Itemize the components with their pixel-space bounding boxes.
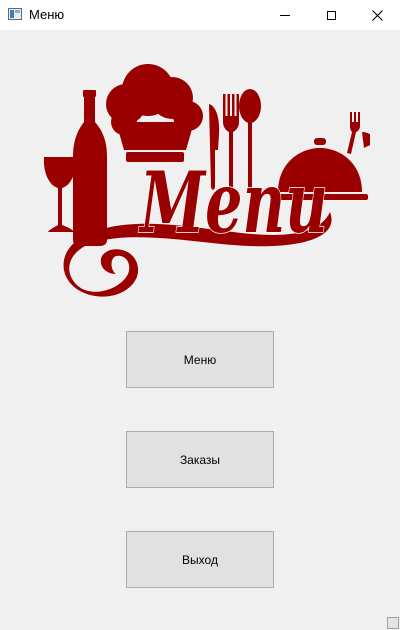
logo-text: Menu [138,153,328,252]
orders-button[interactable]: Заказы [126,431,274,488]
app-icon [8,8,22,20]
menu-button[interactable]: Меню [126,331,274,388]
title-bar: Меню [0,0,400,30]
menu-logo: Menu [43,64,370,297]
maximize-icon [326,10,336,20]
minimize-button[interactable] [262,0,308,30]
close-button[interactable] [354,0,400,30]
maximize-button[interactable] [308,0,354,30]
chef-hat-icon [106,64,203,162]
wine-glass-icon [43,157,77,232]
close-icon [371,9,383,21]
wine-bottle-icon [73,90,107,246]
minimize-icon [280,14,290,16]
size-grip[interactable] [387,617,399,629]
exit-button[interactable]: Выход [126,531,274,588]
window-title: Меню [29,7,65,22]
